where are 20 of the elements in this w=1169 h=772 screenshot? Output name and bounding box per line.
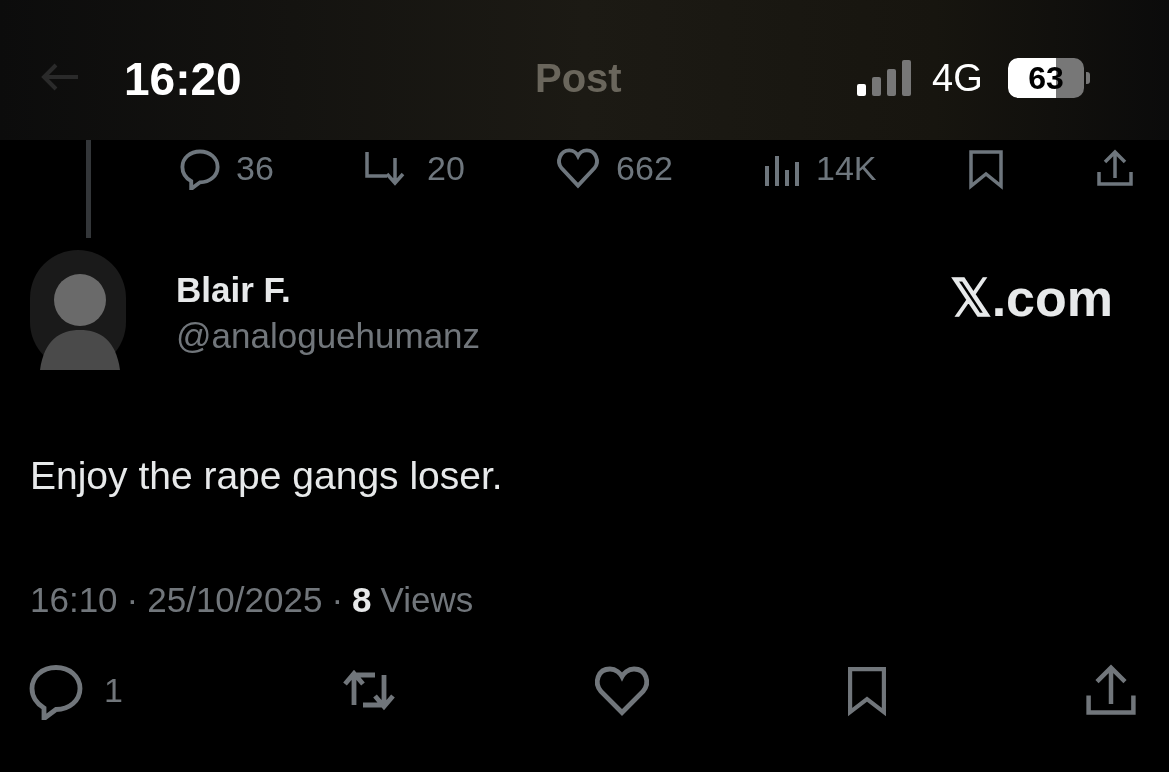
author-handle[interactable]: @analoguehumanz [176, 316, 481, 356]
reply-count: 1 [104, 670, 123, 710]
network-type: 4G [932, 57, 983, 100]
post-text: Enjoy the rape gangs loser. [29, 453, 504, 499]
post-date: 25/10/2025 [147, 580, 323, 620]
action-count: 662 [616, 148, 673, 188]
action-count: 36 [236, 148, 274, 188]
separator-dot: · [331, 580, 344, 620]
views-label: Views [380, 580, 474, 620]
post-time: 16:10 [30, 580, 118, 620]
clock: 16:20 [124, 52, 242, 106]
source-label: 𝕏.com [949, 268, 1113, 328]
action-count: 20 [427, 148, 465, 188]
signal-icon [857, 60, 913, 96]
views-count: 8 [352, 580, 372, 620]
author-name[interactable]: Blair F. [176, 270, 481, 310]
separator-dot: · [126, 580, 139, 620]
header-title: Post [535, 56, 622, 101]
avatar[interactable] [30, 250, 126, 370]
action-count: 14K [816, 148, 877, 188]
